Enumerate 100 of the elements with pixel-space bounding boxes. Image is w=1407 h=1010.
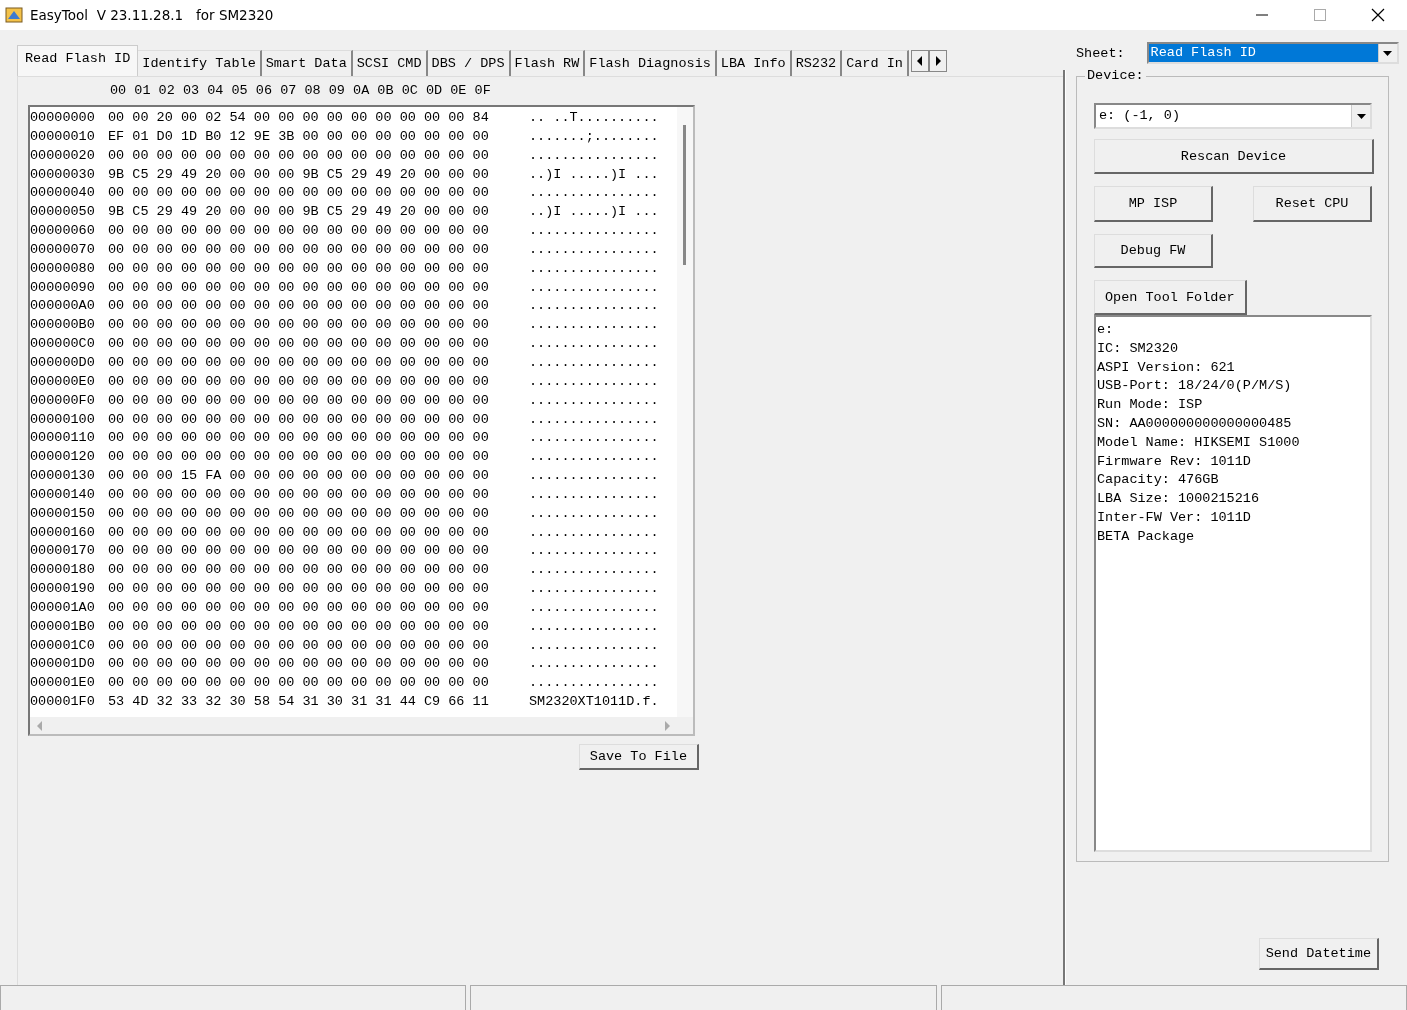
hex-bytes: EF 01 D0 1D B0 12 9E 3B 00 00 00 00 00 00 00 00: [108, 127, 490, 146]
ascii-text: .. ..T..........: [529, 109, 659, 127]
scroll-left-button[interactable]: [910, 50, 929, 72]
ascii-text: ................: [529, 184, 659, 203]
ascii-text: ................: [529, 448, 659, 467]
offset-text: 000000D0: [30, 353, 96, 372]
offset-text: 00000140: [30, 485, 96, 504]
close-icon[interactable]: [1371, 8, 1385, 22]
hex-bytes: 53 4D 32 33 32 30 58 54 31 30 31 31 44 C9 66 11: [108, 693, 490, 712]
offset-text: 000001E0: [30, 674, 96, 693]
offset-text: 00000080: [30, 259, 96, 278]
caret-icon: [1383, 50, 1393, 56]
hex-bytes: 00 00 00 00 00 00 00 00 00 00 00 00 00 00 00 00: [108, 542, 490, 561]
hex-bytes: 00 00 00 00 00 00 00 00 00 00 00 00 00 00 00 00: [108, 617, 490, 636]
hex-bytes: 00 00 00 15 FA 00 00 00 00 00 00 00 00 00 00 00: [108, 467, 490, 486]
ascii-text: ................: [529, 240, 659, 259]
info-line: BETA Package: [1097, 527, 1196, 546]
hex-bytes: 9B C5 29 49 20 00 00 00 9B C5 29 49 20 00 00 00: [108, 203, 490, 222]
tab[interactable]: Smart Data: [261, 50, 353, 76]
hex-bytes: 00 00 00 00 00 00 00 00 00 00 00 00 00 00 00 00: [108, 353, 490, 372]
hex-bytes: 00 00 00 00 00 00 00 00 00 00 00 00 00 00 00 00: [108, 240, 490, 259]
ascii-text: ................: [529, 580, 659, 599]
hex-bytes: 00 00 00 00 00 00 00 00 00 00 00 00 00 00 00 00: [108, 580, 490, 599]
tab[interactable]: LBA Info: [716, 50, 792, 76]
hex-bytes: 00 00 00 00 00 00 00 00 00 00 00 00 00 00 00 00: [108, 674, 490, 693]
ascii-text: ................: [529, 617, 659, 636]
offset-text: 00000190: [30, 580, 96, 599]
tab[interactable]: DBS / DPS: [427, 50, 511, 76]
tab[interactable]: Flash Diagnosis: [585, 50, 717, 76]
vertical-scrollbar[interactable]: [677, 107, 693, 717]
debug-fw-button[interactable]: Debug FW: [1094, 234, 1213, 268]
tab[interactable]: Read Flash ID: [17, 45, 139, 76]
ascii-text: ................: [529, 504, 659, 523]
info-line: USB-Port: 18/24/0(P/M/S): [1097, 377, 1293, 396]
offset-text: 00000130: [30, 467, 96, 486]
ascii-text: .......;........: [529, 127, 659, 146]
ascii-text: ................: [529, 372, 659, 391]
offset-text: 00000010: [30, 127, 96, 146]
offset-text: 000000E0: [30, 372, 96, 391]
hex-bytes: 00 00 00 00 00 00 00 00 00 00 00 00 00 00 00 00: [108, 523, 490, 542]
ascii-text: ................: [529, 410, 659, 429]
send-datetime-button[interactable]: Send Datetime: [1258, 938, 1379, 970]
caret-icon: [1356, 113, 1366, 119]
tab[interactable]: Identify Table: [138, 50, 262, 76]
offset-text: 000001F0: [30, 693, 96, 712]
ascii-text: ................: [529, 353, 659, 372]
reset-cpu-button[interactable]: Reset CPU: [1253, 186, 1372, 222]
hex-bytes: 00 00 00 00 00 00 00 00 00 00 00 00 00 00 00 00: [108, 598, 490, 617]
maximize-icon[interactable]: [1314, 9, 1326, 21]
hex-bytes: 00 00 00 00 00 00 00 00 00 00 00 00 00 00 00 00: [108, 561, 490, 580]
right-arrow-icon: [933, 56, 942, 66]
offset-text: 00000170: [30, 542, 96, 561]
offset-text: 000000F0: [30, 391, 96, 410]
hex-bytes: 00 00 00 00 00 00 00 00 00 00 00 00 00 00 00 00: [108, 448, 490, 467]
window-title: EasyTool V 23.11.28.1 for SM2320: [30, 7, 274, 23]
info-line: Capacity: 476GB: [1097, 471, 1220, 490]
ascii-text: ................: [529, 655, 659, 674]
tab[interactable]: RS232: [791, 50, 843, 76]
tab[interactable]: SCSI CMD: [352, 50, 428, 76]
offset-text: 00000030: [30, 165, 96, 184]
offset-text: 00000150: [30, 504, 96, 523]
offset-text: 00000060: [30, 222, 96, 241]
rescan-device-button[interactable]: Rescan Device: [1094, 139, 1374, 174]
right-arrow-icon[interactable]: [663, 720, 671, 731]
offset-text: 00000020: [30, 146, 96, 165]
sheet-dropdown[interactable]: Read Flash ID: [1146, 42, 1399, 64]
device-dropdown[interactable]: e: (-1, 0): [1094, 103, 1372, 129]
open-tool-folder-button[interactable]: Open Tool Folder: [1094, 280, 1247, 315]
info-line: ASPI Version: 621: [1097, 358, 1236, 377]
ascii-text: ................: [529, 636, 659, 655]
ascii-text: ................: [529, 542, 659, 561]
ascii-text: ................: [529, 429, 659, 448]
app-icon: [5, 6, 23, 24]
ascii-text: ................: [529, 467, 659, 486]
hex-bytes: 00 00 00 00 00 00 00 00 00 00 00 00 00 00 00 00: [108, 655, 490, 674]
hex-bytes: 00 00 00 00 00 00 00 00 00 00 00 00 00 00 00 00: [108, 259, 490, 278]
info-line: Run Mode: ISP: [1097, 396, 1204, 415]
ascii-text: ................: [529, 561, 659, 580]
hex-bytes: 00 00 00 00 00 00 00 00 00 00 00 00 00 00 00 00: [108, 636, 490, 655]
hex-bytes: 00 00 00 00 00 00 00 00 00 00 00 00 00 00 00 00: [108, 335, 490, 354]
mp-isp-button[interactable]: MP ISP: [1094, 186, 1213, 222]
hex-bytes: 00 00 00 00 00 00 00 00 00 00 00 00 00 00 00 00: [108, 316, 490, 335]
save-to-file-button[interactable]: Save To File: [578, 744, 699, 770]
tab[interactable]: Flash RW: [510, 50, 586, 76]
ascii-text: ................: [529, 278, 659, 297]
hex-bytes: 00 00 00 00 00 00 00 00 00 00 00 00 00 00 00 00: [108, 146, 490, 165]
offset-text: 000000C0: [30, 335, 96, 354]
ascii-text: ................: [529, 259, 659, 278]
offset-text: 00000100: [30, 410, 96, 429]
info-line: Model Name: HIKSEMI S1000: [1097, 433, 1301, 452]
ascii-text: ................: [529, 297, 659, 316]
tab[interactable]: Card In: [842, 50, 909, 76]
offset-text: 00000090: [30, 278, 96, 297]
hex-bytes: 00 00 00 00 00 00 00 00 00 00 00 00 00 00 00 00: [108, 504, 490, 523]
offset-text: 000000A0: [30, 297, 96, 316]
hex-bytes: 00 00 00 00 00 00 00 00 00 00 00 00 00 00 00 00: [108, 429, 490, 448]
hex-bytes: 00 00 00 00 00 00 00 00 00 00 00 00 00 00 00 00: [108, 391, 490, 410]
left-arrow-icon[interactable]: [36, 720, 44, 731]
ascii-text: ................: [529, 146, 659, 165]
hex-bytes: 00 00 20 00 02 54 00 00 00 00 00 00 00 00 00 84: [108, 109, 490, 127]
